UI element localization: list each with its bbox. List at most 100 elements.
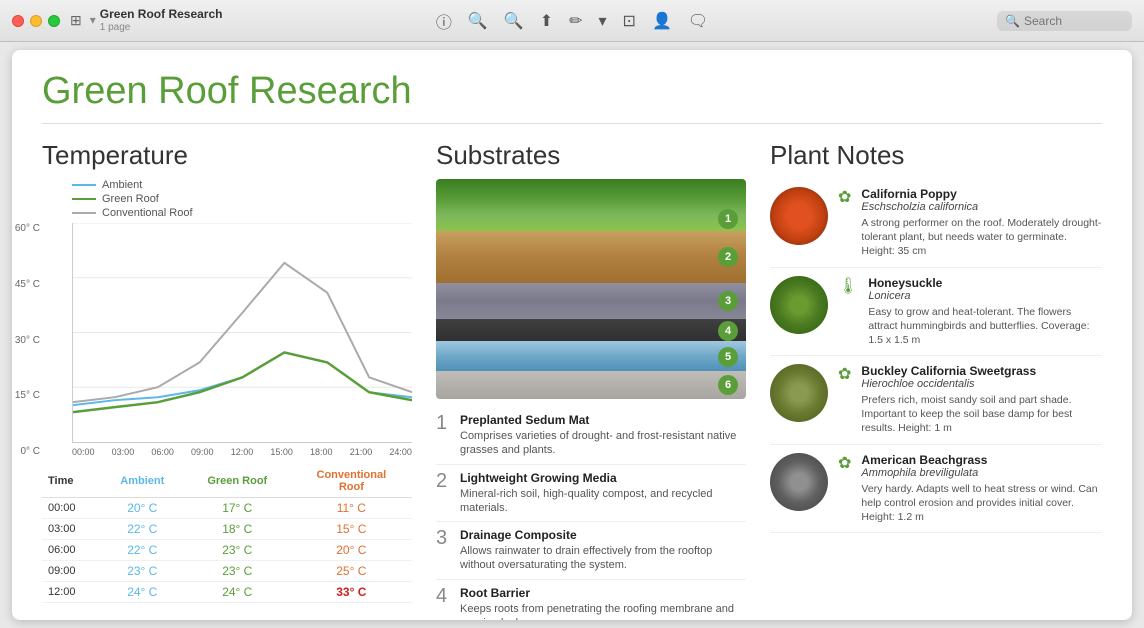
pen-chevron-icon[interactable]: ▾ [599,11,607,31]
search-box[interactable]: 🔍 [997,11,1132,31]
fullscreen-button[interactable] [48,15,60,27]
y-label-30: 30° C [12,335,40,346]
search-input[interactable] [1024,14,1124,28]
time-cell: 00:00 [42,498,101,519]
substrate-desc: Mineral-rich soil, high-quality compost,… [460,487,746,516]
plant-icon-area: ✿ [838,187,851,207]
legend-green-roof: Green Roof [72,193,412,205]
soil-layer: 2 [436,231,746,283]
chart-legend: Ambient Green Roof Conventional Roof [72,179,412,219]
x-label-0: 00:00 [72,447,95,457]
title-bar: ⊞ ▾ Green Roof Research 1 page ⓘ 🔍 🔍 ⬆ ✏… [0,0,1144,42]
substrate-title: Lightweight Growing Media [460,471,746,485]
plant-item: ✿ California Poppy Eschscholzia californ… [770,179,1102,268]
header-ambient: Ambient [101,465,184,498]
substrate-item: 1 Preplanted Sedum Mat Comprises varieti… [436,407,746,465]
substrate-text: Drainage Composite Allows rainwater to d… [460,528,746,573]
green-cell: 17° C [184,498,291,519]
plant-image [770,187,828,245]
pen-icon[interactable]: ✏ [569,11,582,31]
substrate-item: 4 Root Barrier Keeps roots from penetrat… [436,580,746,620]
plant-icon: ✿ [838,364,851,384]
header-green: Green Roof [184,465,291,498]
x-label-3: 03:00 [112,447,135,457]
plant-text: Honeysuckle Lonicera Easy to grow and he… [868,276,1102,348]
substrate-desc: Keeps roots from penetrating the roofing… [460,602,746,620]
plant-icon-area: ✿ [838,364,851,384]
gravel-layer: 3 [436,283,746,319]
zoom-out-icon[interactable]: 🔍 [468,11,488,31]
layer-badge-4: 4 [718,321,738,341]
plant-list: ✿ California Poppy Eschscholzia californ… [770,179,1102,533]
temperature-section: Temperature Ambient Green Roof Conventio… [42,140,412,620]
substrate-item: 2 Lightweight Growing Media Mineral-rich… [436,465,746,523]
x-axis-labels: 00:00 03:00 06:00 09:00 12:00 15:00 18:0… [72,447,412,457]
substrate-text: Lightweight Growing Media Mineral-rich s… [460,471,746,516]
sidebar-toggle-icon[interactable]: ⊞ [70,12,82,29]
layer-badge-6: 6 [718,375,738,395]
substrate-text: Preplanted Sedum Mat Comprises varieties… [460,413,746,458]
user-icon[interactable]: 👤 [652,11,672,31]
three-column-layout: Temperature Ambient Green Roof Conventio… [42,140,1102,590]
plant-notes-title: Plant Notes [770,140,1102,171]
document-title: Green Roof Research [100,7,223,21]
title-area: ⊞ ▾ Green Roof Research 1 page [70,7,222,33]
close-button[interactable] [12,15,24,27]
plant-item: 🌡 Honeysuckle Lonicera Easy to grow and … [770,268,1102,357]
substrates-title: Substrates [436,140,746,171]
temperature-title: Temperature [42,140,412,171]
y-axis-labels: 60° C 45° C 30° C 15° C 0° C [12,223,40,457]
table-row: 09:00 23° C 23° C 25° C [42,561,412,582]
substrate-number: 1 [436,413,452,458]
plant-scientific-name: Lonicera [868,290,1102,302]
ambient-cell: 22° C [101,519,184,540]
plant-description: Prefers rich, moist sandy soil and part … [861,393,1102,436]
table-row: 06:00 22° C 23° C 20° C [42,540,412,561]
x-label-9: 09:00 [191,447,214,457]
plant-scientific-name: Eschscholzia californica [861,201,1102,213]
ambient-cell: 20° C [101,498,184,519]
green-roof-label: Green Roof [102,193,159,205]
plant-icon: 🌡 [838,276,858,296]
x-label-12: 12:00 [231,447,254,457]
toolbar-center: ⓘ 🔍 🔍 ⬆ ✏ ▾ ⊡ 👤 🗨 [436,9,708,33]
zoom-in-icon[interactable]: 🔍 [504,11,524,31]
conventional-cell: 25° C [291,561,412,582]
comments-icon[interactable]: 🗨 [688,11,708,31]
toolbar-right: 🔍 [997,11,1132,31]
time-cell: 12:00 [42,582,101,603]
table-row: 03:00 22° C 18° C 15° C [42,519,412,540]
plant-name: Buckley California Sweetgrass [861,364,1102,378]
conventional-label: Conventional Roof [102,207,193,219]
layer-badge-1: 1 [718,209,738,229]
x-label-15: 15:00 [270,447,293,457]
info-icon[interactable]: ⓘ [436,9,452,33]
minimize-button[interactable] [30,15,42,27]
plant-image [770,453,828,511]
substrate-desc: Allows rainwater to drain effectively fr… [460,544,746,573]
search-icon: 🔍 [1005,14,1020,28]
substrate-title: Drainage Composite [460,528,746,542]
table-row: 12:00 24° C 24° C 33° C [42,582,412,603]
substrate-title: Root Barrier [460,586,746,600]
ambient-cell: 23° C [101,561,184,582]
plant-image [770,276,828,334]
ambient-cell: 22° C [101,540,184,561]
layer-badge-5: 5 [718,347,738,367]
chevron-down-icon[interactable]: ▾ [90,13,96,27]
green-cell: 18° C [184,519,291,540]
substrate-items-list: 1 Preplanted Sedum Mat Comprises varieti… [436,407,746,620]
substrate-number: 2 [436,471,452,516]
x-label-6: 06:00 [151,447,174,457]
plant-name: Honeysuckle [868,276,1102,290]
plant-description: A strong performer on the roof. Moderate… [861,216,1102,259]
time-cell: 06:00 [42,540,101,561]
layout-icon[interactable]: ⊡ [623,11,636,31]
share-icon[interactable]: ⬆ [540,11,553,31]
green-cell: 24° C [184,582,291,603]
header-conventional: ConventionalRoof [291,465,412,498]
chart-svg [73,223,412,442]
substrate-layers-visual: 1 2 3 4 5 6 [436,179,746,399]
ambient-label: Ambient [102,179,142,191]
plant-notes-section: Plant Notes ✿ California Poppy Eschschol… [770,140,1102,620]
